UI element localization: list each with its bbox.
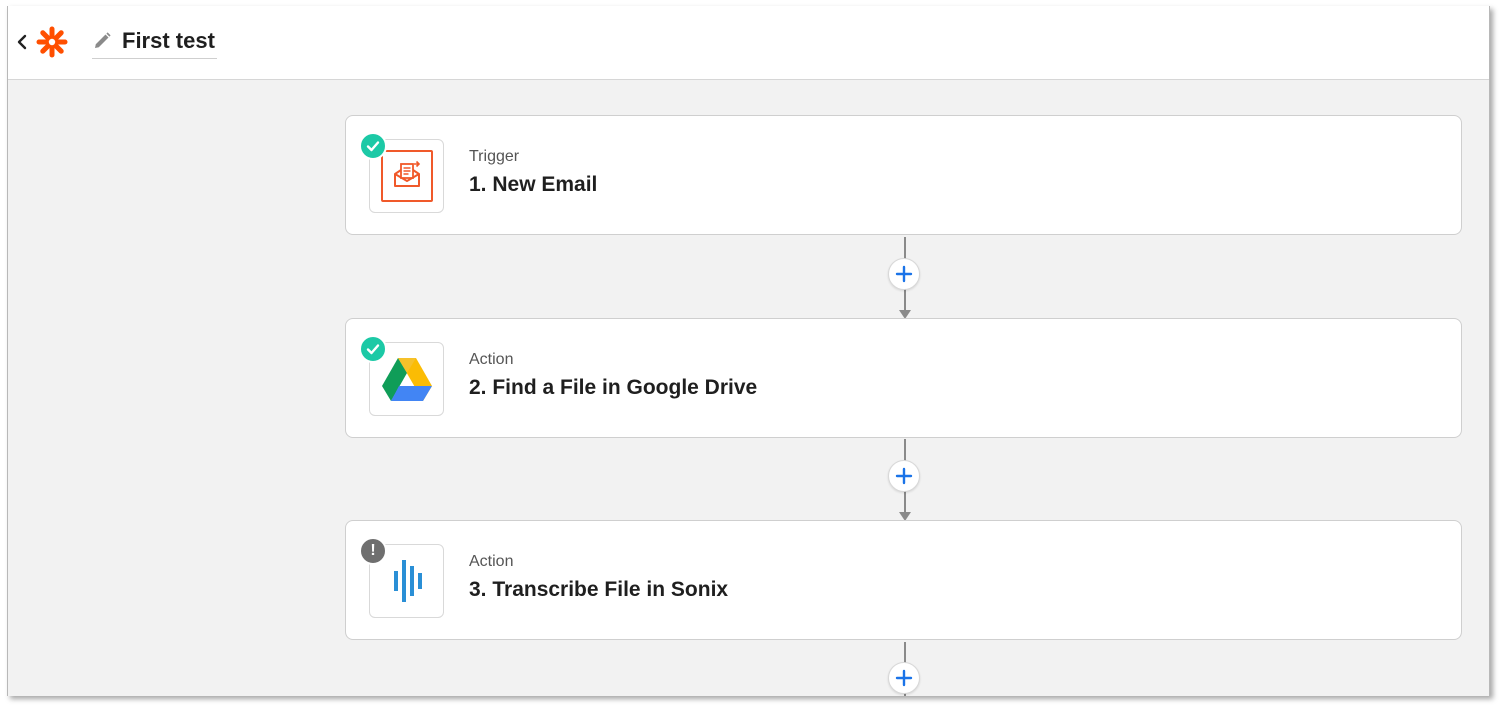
step-complete-check-icon [359,335,387,363]
add-step-button[interactable] [888,258,920,290]
plus-icon [895,669,913,687]
plus-icon [895,265,913,283]
step-type-label: Action [469,351,514,368]
workflow-title-editor[interactable]: First test [92,24,217,59]
zapier-logo-icon[interactable] [36,26,68,58]
step-complete-check-icon [359,132,387,160]
workflow-title: First test [122,28,215,53]
step-card-action-google-drive[interactable]: Action 2. Find a File in Google Drive [345,318,1462,438]
step-title: 2. Find a File in Google Drive [469,376,758,399]
add-step-button[interactable] [888,662,920,694]
editor-header: First test [8,6,1489,80]
step-card-trigger[interactable]: Trigger 1. New Email [345,115,1462,235]
step-title: 1. New Email [469,173,598,196]
back-button[interactable] [14,30,30,54]
chevron-left-icon [17,34,27,50]
step-type-label: Action [469,553,514,570]
step-card-action-sonix[interactable]: ! Action 3. Transcribe File in Sonix [345,520,1462,640]
step-warning-alert-icon: ! [359,537,387,565]
editor-frame: First test Trigger 1. New Email Action 2… [7,6,1490,696]
plus-icon [895,467,913,485]
step-type-label: Trigger [469,148,520,165]
google-drive-icon [381,358,432,401]
sonix-icon [393,560,422,602]
add-step-button[interactable] [888,460,920,492]
pencil-icon [92,30,114,52]
step-title: 3. Transcribe File in Sonix [469,578,729,601]
email-parser-icon [380,150,433,202]
